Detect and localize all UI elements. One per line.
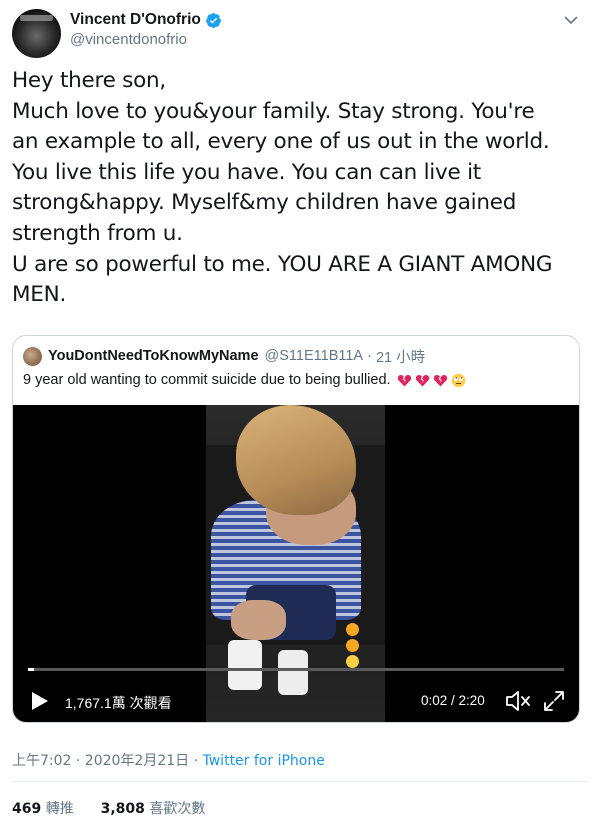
quoted-text: 9 year old wanting to commit suicide due… xyxy=(23,372,391,388)
quoted-text-row: 9 year old wanting to commit suicide due… xyxy=(23,372,466,388)
tweet-stats: 469 轉推 3,808 喜歡次數 xyxy=(12,798,205,818)
quoted-handle: @S11E11B11A xyxy=(264,348,364,364)
reaction-emoji-icon xyxy=(346,623,359,636)
tweet-timestamp[interactable]: 上午7:02 · 2020年2月21日 xyxy=(12,753,189,769)
tweet-line: strong&happy. Myself&my children have ga… xyxy=(12,190,517,216)
avatar-band xyxy=(20,15,53,21)
chevron-down-icon[interactable] xyxy=(563,12,579,28)
frame-hair xyxy=(236,405,356,515)
frame-sock xyxy=(228,640,262,690)
play-icon[interactable] xyxy=(31,691,49,711)
meta-separator: · xyxy=(189,753,203,769)
broken-heart-icon xyxy=(397,374,411,386)
quoted-avatar xyxy=(23,346,42,366)
frame-knees xyxy=(231,600,286,640)
tweet-text: Hey there son, Much love to you&your fam… xyxy=(12,66,592,311)
tweet-line: U are so powerful to me. YOU ARE A GIANT… xyxy=(12,251,553,277)
video-player[interactable]: 1,767.1萬 次觀看 0:02 / 2:20 xyxy=(13,405,579,722)
divider xyxy=(12,781,588,782)
verified-badge-icon xyxy=(205,12,221,28)
retweet-label[interactable]: 轉推 xyxy=(46,801,74,817)
quoted-time: 21 小時 xyxy=(375,349,426,366)
like-count[interactable]: 3,808 xyxy=(101,801,145,817)
broken-heart-icon xyxy=(433,374,447,386)
tweet-line: MEN. xyxy=(12,282,67,308)
tweet-line: You live this life you have. You can can… xyxy=(12,159,481,185)
tweet-source[interactable]: Twitter for iPhone xyxy=(203,753,325,769)
quoted-separator: · xyxy=(367,348,372,364)
quoted-tweet[interactable]: YouDontNeedToKnowMyName @S11E11B11A · 21… xyxy=(12,335,580,723)
video-progress[interactable] xyxy=(28,668,564,671)
tweet-meta: 上午7:02 · 2020年2月21日 · Twitter for iPhone xyxy=(12,750,325,770)
rolling-eyes-icon xyxy=(451,373,465,387)
display-name[interactable]: Vincent D'Onofrio xyxy=(70,11,201,29)
quoted-header: YouDontNeedToKnowMyName @S11E11B11A · 21… xyxy=(23,346,425,366)
quoted-name: YouDontNeedToKnowMyName xyxy=(48,348,259,364)
tweet-card: Vincent D'Onofrio @vincentdonofrio Hey t… xyxy=(0,0,599,833)
like-label[interactable]: 喜歡次數 xyxy=(149,801,205,817)
frame-sock xyxy=(278,650,308,695)
fullscreen-icon[interactable] xyxy=(543,690,565,712)
tweet-line: strength from u. xyxy=(12,220,183,246)
tweet-line: Hey there son, xyxy=(12,68,166,93)
view-count: 1,767.1萬 次觀看 xyxy=(65,695,172,711)
mute-icon[interactable] xyxy=(505,690,531,712)
tweet-line: Much love to you&your family. Stay stron… xyxy=(12,98,535,124)
avatar[interactable] xyxy=(12,9,61,58)
author-row: Vincent D'Onofrio xyxy=(70,9,222,31)
author-handle[interactable]: @vincentdonofrio xyxy=(70,31,187,48)
broken-heart-icon xyxy=(415,374,429,386)
reaction-emoji-icon xyxy=(346,639,359,652)
retweet-count[interactable]: 469 xyxy=(12,801,41,817)
video-time: 0:02 / 2:20 xyxy=(421,693,485,708)
video-progress-fill xyxy=(28,668,35,671)
video-frame xyxy=(206,405,385,722)
reaction-emoji-icon xyxy=(346,655,359,668)
tweet-line: an example to all, every one of us out i… xyxy=(12,129,550,155)
